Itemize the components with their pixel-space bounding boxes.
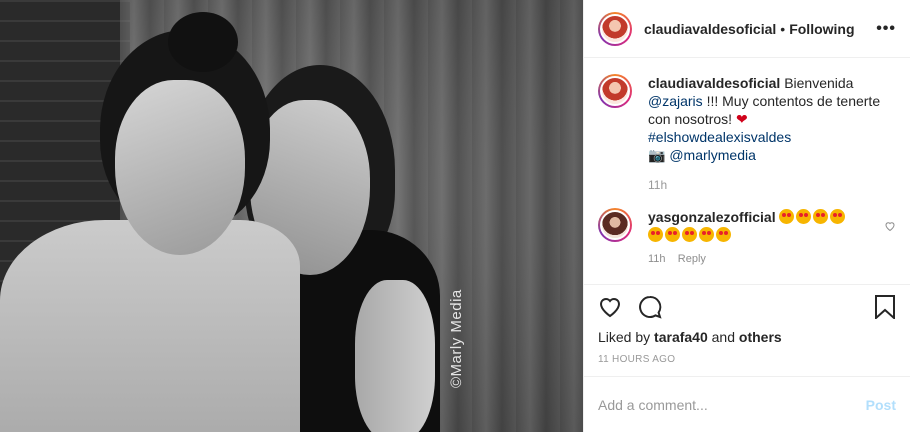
comment-username[interactable]: yasgonzalezofficial: [648, 209, 776, 225]
caption-mention-2[interactable]: @marlymedia: [669, 147, 756, 163]
liked-by-joiner: and: [711, 329, 735, 345]
add-comment-input[interactable]: [598, 396, 866, 413]
comment-item: yasgonzalezofficial 11h Reply: [598, 208, 896, 268]
person-left-bun: [168, 12, 238, 72]
comment-meta: 11h Reply: [648, 250, 884, 268]
caption-body: claudiavaldesoficial Bienvenida @zajaris…: [648, 74, 896, 194]
comment-bubble-icon[interactable]: [638, 295, 662, 319]
bookmark-icon[interactable]: [874, 294, 896, 319]
comment-age[interactable]: 11h: [648, 253, 666, 265]
add-comment-bar: Post: [584, 376, 910, 432]
more-options-icon[interactable]: •••: [876, 20, 896, 38]
comment-like-heart-icon[interactable]: [884, 220, 896, 232]
heart-emoji: ❤: [735, 111, 748, 127]
likes-summary: Liked by tarafa40 and others: [584, 328, 910, 346]
liked-by-others[interactable]: others: [739, 329, 782, 345]
person-left-jacket: [0, 220, 300, 432]
caption-mention-1[interactable]: @zajaris: [648, 93, 703, 109]
post-timestamp[interactable]: 11 HOURS AGO: [584, 346, 910, 372]
instagram-post: ©Marly Media claudiavaldesoficial • Foll…: [0, 0, 910, 432]
post-photo[interactable]: ©Marly Media: [0, 0, 583, 432]
comments-list[interactable]: claudiavaldesoficial Bienvenida @zajaris…: [584, 58, 910, 284]
commenter-avatar[interactable]: [598, 208, 632, 242]
following-button[interactable]: Following: [789, 21, 854, 37]
caption-hashtag[interactable]: #elshowdealexisvaldes: [648, 129, 791, 145]
author-avatar[interactable]: [598, 11, 632, 46]
camera-emoji: 📷: [648, 147, 666, 163]
caption-avatar[interactable]: [598, 74, 632, 108]
star-eyes-emoji: [779, 209, 795, 224]
caption: claudiavaldesoficial Bienvenida @zajaris…: [598, 74, 896, 194]
star-eyes-emoji: [682, 227, 697, 242]
caption-username[interactable]: claudiavaldesoficial: [648, 75, 780, 91]
liked-by-prefix: Liked by: [598, 329, 651, 345]
liked-by-user[interactable]: tarafa40: [654, 329, 708, 345]
post-comment-button[interactable]: Post: [866, 397, 896, 413]
comment-body: yasgonzalezofficial 11h Reply: [648, 208, 884, 268]
post-header: claudiavaldesoficial • Following •••: [584, 0, 910, 58]
star-eyes-emoji: [796, 209, 812, 224]
caption-text-1: Bienvenida: [784, 75, 854, 91]
person-left-face: [115, 80, 245, 255]
star-eyes-emoji: [699, 227, 714, 242]
star-eyes-emoji: [648, 227, 663, 242]
caption-age[interactable]: 11h: [648, 176, 896, 194]
star-eyes-emoji: [665, 227, 680, 242]
header-separator: •: [780, 20, 786, 37]
photo-watermark: ©Marly Media: [448, 289, 466, 388]
like-heart-icon[interactable]: [598, 295, 622, 319]
person-right-arm: [355, 280, 435, 432]
post-sidebar: claudiavaldesoficial • Following ••• cla…: [583, 0, 910, 432]
action-bar: [584, 284, 910, 328]
star-eyes-emoji: [813, 209, 829, 224]
reply-button[interactable]: Reply: [678, 253, 706, 265]
star-eyes-emoji: [830, 209, 846, 224]
author-username[interactable]: claudiavaldesoficial: [644, 21, 776, 37]
star-eyes-emoji: [716, 227, 731, 242]
